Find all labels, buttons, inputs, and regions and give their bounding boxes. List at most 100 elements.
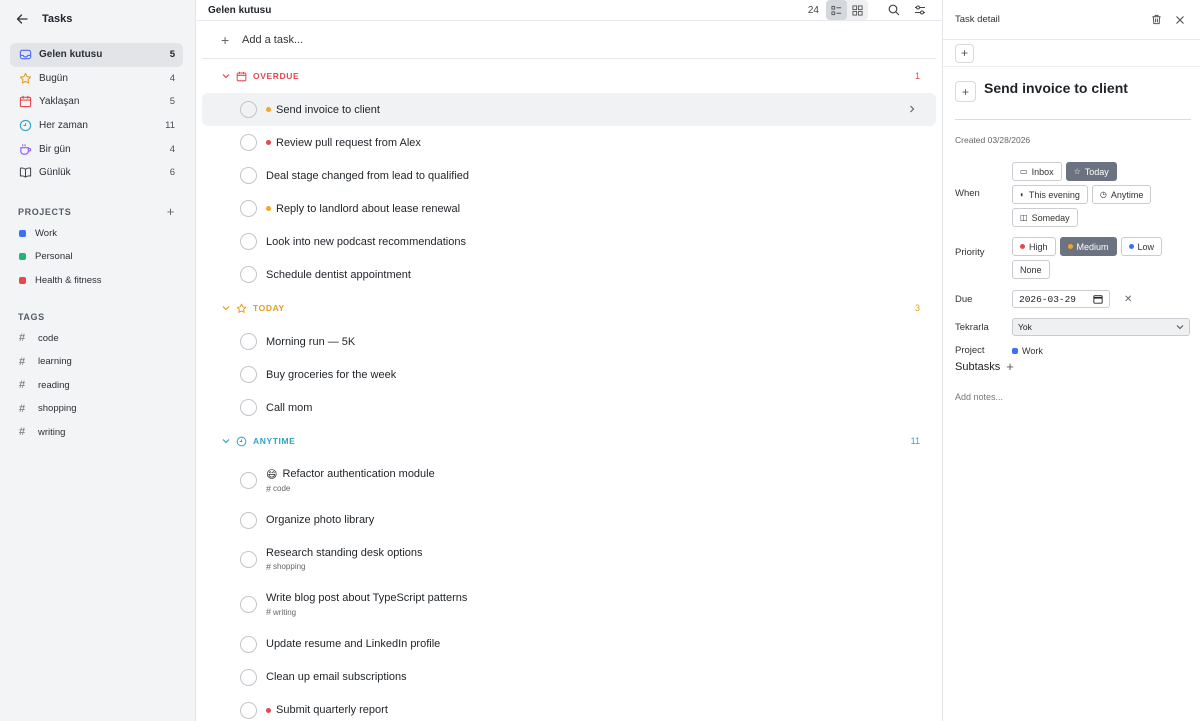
add-checklist-button[interactable]: + xyxy=(955,81,976,102)
task-title: Deal stage changed from lead to qualifie… xyxy=(266,169,470,182)
group-label: ANYTIME xyxy=(253,436,296,446)
add-subtask-plus-icon[interactable]: + xyxy=(1006,359,1014,374)
detail-task-title[interactable]: Send invoice to client xyxy=(984,80,1128,96)
task-row[interactable]: Call mom xyxy=(202,391,936,424)
task-row[interactable]: Review pull request from Alex xyxy=(202,126,936,159)
clock-icon: ◷ xyxy=(1099,190,1107,199)
task-row[interactable]: Deal stage changed from lead to qualifie… xyxy=(202,159,936,192)
task-row[interactable]: Organize photo library xyxy=(202,504,936,537)
add-task-input[interactable] xyxy=(242,33,642,46)
task-row[interactable]: Send invoice to client xyxy=(202,93,936,126)
task-checkbox[interactable] xyxy=(240,101,257,118)
priority-label: Priority xyxy=(955,247,985,258)
task-row[interactable]: Clean up email subscriptions xyxy=(202,661,936,694)
hash-icon: # xyxy=(19,379,26,392)
task-row[interactable]: Buy groceries for the week xyxy=(202,358,936,391)
priority-option-high[interactable]: High xyxy=(1012,237,1056,256)
list-view-button[interactable] xyxy=(826,0,847,20)
task-checkbox[interactable] xyxy=(240,668,257,686)
sidebar-project-health[interactable]: Health & fitness xyxy=(10,268,183,291)
project-field: Project Work xyxy=(943,345,1200,356)
sidebar-item-someday[interactable]: Bir gün 4 xyxy=(10,137,183,161)
sidebar-item-anytime[interactable]: Her zaman 11 xyxy=(10,114,183,138)
task-checkbox[interactable] xyxy=(240,366,257,383)
trash-icon[interactable] xyxy=(1148,12,1164,28)
task-row[interactable]: Morning run — 5K xyxy=(202,325,936,358)
task-checkbox[interactable] xyxy=(240,511,257,529)
chevron-right-icon[interactable] xyxy=(908,104,918,116)
sidebar-project-work[interactable]: Work xyxy=(10,222,183,245)
project-value[interactable]: Work xyxy=(1012,346,1043,356)
when-option-this-evening[interactable]: ◐ This evening xyxy=(1012,185,1088,204)
task-count: 24 xyxy=(807,4,819,16)
task-row[interactable]: Write blog post about TypeScript pattern… xyxy=(202,582,936,628)
task-row[interactable]: Schedule dentist appointment xyxy=(202,258,936,291)
group-header-anytime[interactable]: ANYTIME 11 xyxy=(202,424,936,458)
filter-settings-icon[interactable] xyxy=(910,0,930,20)
sidebar-item-count: 4 xyxy=(169,72,175,84)
close-icon[interactable] xyxy=(1172,12,1188,28)
view-toggle xyxy=(826,0,868,20)
priority-option-medium[interactable]: Medium xyxy=(1059,237,1117,256)
repeat-select[interactable]: Yok xyxy=(1012,318,1190,336)
add-task-row[interactable]: + xyxy=(202,21,936,59)
task-checkbox[interactable] xyxy=(240,134,257,151)
sidebar-tag-code[interactable]: # code xyxy=(10,327,183,351)
add-project-plus-icon[interactable]: + xyxy=(167,204,175,219)
task-row[interactable]: Reply to landlord about lease renewal xyxy=(202,192,936,225)
chevron-down-icon xyxy=(222,304,232,312)
detail-task-header: + Send invoice to client xyxy=(943,67,1200,102)
task-checkbox[interactable] xyxy=(240,167,257,184)
task-checkbox[interactable] xyxy=(240,266,257,283)
task-row[interactable]: 😄 Refactor authentication module # code xyxy=(202,458,936,504)
sidebar-tag-reading[interactable]: # reading xyxy=(10,374,183,398)
notes-input[interactable] xyxy=(955,392,1175,402)
sidebar-item-label: Gelen kutusu xyxy=(39,49,103,61)
task-checkbox[interactable] xyxy=(240,233,257,250)
sidebar-tag-writing[interactable]: # writing xyxy=(10,421,183,445)
task-row[interactable]: Look into new podcast recommendations xyxy=(202,225,936,258)
sidebar-project-personal[interactable]: Personal xyxy=(10,245,183,268)
clock-icon xyxy=(18,119,32,133)
task-checkbox[interactable] xyxy=(240,472,257,490)
sidebar: Tasks Gelen kutusu 5 Bugün 4 Yaklaşan 5 … xyxy=(0,0,196,721)
task-row[interactable]: Update resume and LinkedIn profile xyxy=(202,628,936,661)
task-checkbox[interactable] xyxy=(240,701,257,719)
cup-icon xyxy=(18,142,32,156)
sidebar-tag-learning[interactable]: # learning xyxy=(10,350,183,374)
search-icon[interactable] xyxy=(884,0,904,20)
sidebar-item-today[interactable]: Bugün 4 xyxy=(10,67,183,91)
grid-view-button[interactable] xyxy=(847,0,868,20)
sidebar-item-logbook[interactable]: Günlük 6 xyxy=(10,161,183,185)
task-checkbox[interactable] xyxy=(240,635,257,653)
group-header-overdue[interactable]: OVERDUE 1 xyxy=(202,59,936,93)
back-arrow-icon[interactable] xyxy=(14,11,30,27)
add-button[interactable]: + xyxy=(955,43,974,63)
projects-heading: PROJECTS xyxy=(18,206,72,217)
when-option-someday[interactable]: ◫ Someday xyxy=(1012,208,1078,227)
priority-option-none[interactable]: None xyxy=(1012,260,1050,279)
priority-option-low[interactable]: Low xyxy=(1120,237,1163,256)
due-label: Due xyxy=(955,293,973,305)
due-date-input[interactable]: 2026-03-29 xyxy=(1012,290,1110,308)
sidebar-item-upcoming[interactable]: Yaklaşan 5 xyxy=(10,90,183,114)
task-checkbox[interactable] xyxy=(240,333,257,350)
task-checkbox[interactable] xyxy=(240,399,257,416)
when-option-inbox[interactable]: ▭ Inbox xyxy=(1012,162,1062,181)
sidebar-tag-shopping[interactable]: # shopping xyxy=(10,397,183,421)
task-title: Organize photo library xyxy=(266,514,375,526)
clear-due-icon[interactable]: ✕ xyxy=(1124,294,1132,305)
task-row[interactable]: Submit quarterly report xyxy=(202,694,936,721)
when-option-today[interactable]: ☆ Today xyxy=(1065,162,1117,181)
sidebar-nav: Gelen kutusu 5 Bugün 4 Yaklaşan 5 Her za… xyxy=(10,43,183,185)
sidebar-item-inbox[interactable]: Gelen kutusu 5 xyxy=(10,43,183,67)
hash-icon: # xyxy=(266,561,272,572)
hash-icon: # xyxy=(19,426,26,439)
task-checkbox[interactable] xyxy=(240,550,257,568)
task-checkbox[interactable] xyxy=(240,200,257,217)
group-header-today[interactable]: TODAY 3 xyxy=(202,291,936,325)
main-header: Gelen kutusu 24 xyxy=(196,0,942,21)
task-row[interactable]: Research standing desk options # shopping xyxy=(202,537,936,583)
when-option-anytime[interactable]: ◷ Anytime xyxy=(1091,185,1152,204)
task-checkbox[interactable] xyxy=(240,596,257,614)
